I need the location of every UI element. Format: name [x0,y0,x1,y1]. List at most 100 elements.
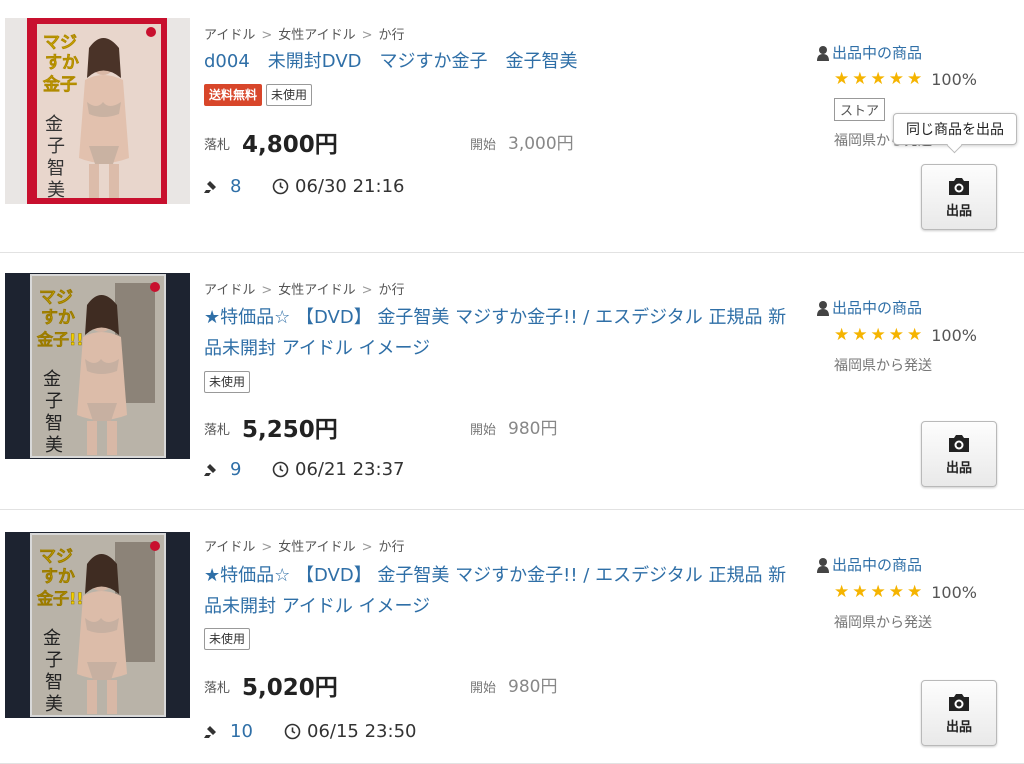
breadcrumb-separator: > [361,28,373,43]
camera-icon [949,177,969,195]
bid-count-value[interactable]: 9 [230,459,241,480]
end-time: 06/15 23:50 [284,721,416,742]
winning-price: 5,020円 [242,675,338,701]
svg-text:智: 智 [45,672,63,693]
breadcrumb-separator: > [261,28,273,43]
breadcrumb-item[interactable]: か行 [379,540,405,555]
breadcrumb-separator: > [361,283,373,298]
bid-count: 9 [204,459,241,480]
svg-text:美: 美 [45,435,63,456]
end-time-value: 06/30 21:16 [295,176,405,197]
breadcrumb: アイドル > 女性アイドル > か行 [204,279,405,298]
svg-text:金子: 金子 [42,74,77,95]
svg-text:すか: すか [45,53,79,73]
svg-text:智: 智 [45,413,63,434]
user-icon [817,300,829,316]
user-icon [817,45,829,61]
breadcrumb-separator: > [261,540,273,555]
seller-items-link[interactable]: 出品中の商品 [816,554,922,575]
rating-percent: 100% [931,325,977,345]
svg-text:金: 金 [45,114,63,135]
breadcrumb-item[interactable]: アイドル [204,283,255,298]
user-icon [817,557,829,573]
breadcrumb-item[interactable]: 女性アイドル [278,283,355,298]
list-item-button-label: 出品 [945,460,972,476]
badge-group: 未使用 [204,371,251,393]
svg-text:すか: すか [41,308,75,328]
seller-rating: ★★★★★ 100% [834,325,977,345]
bid-count-value[interactable]: 8 [230,176,241,197]
breadcrumb-separator: > [361,540,373,555]
svg-text:子: 子 [45,391,63,412]
breadcrumb-item[interactable]: 女性アイドル [278,540,355,555]
listing-row: マジ すか 金子!! 金 子 智 美 アイドル > 女性アイドル > か行 ★特価品☆ … [0,253,1024,510]
breadcrumb-item[interactable]: アイドル [204,28,255,43]
breadcrumb-item[interactable]: か行 [379,28,405,43]
seller-items-label: 出品中の商品 [832,556,923,574]
product-thumbnail[interactable]: マジ すか 金子 金 子 智 美 [5,18,190,204]
svg-text:金: 金 [43,628,61,649]
ship-from: 福岡県から発送 [834,358,932,374]
condition-badge: 未使用 [266,84,313,106]
badge-group: 未使用 [204,628,251,650]
seller-rating: ★★★★★ 100% [834,69,977,89]
list-same-item-tooltip: 同じ商品を出品 [893,113,1017,154]
listing-title-link[interactable]: ★特価品☆ 【DVD】 金子智美 マジすか金子!! / エスデジタル 正規品 新… [204,302,794,364]
camera-icon [949,434,969,452]
seller-items-link[interactable]: 出品中の商品 [816,297,922,318]
svg-text:美: 美 [45,694,63,715]
svg-text:子: 子 [45,650,63,671]
rating-percent: 100% [931,69,977,89]
badge-group: 送料無料 未使用 [204,84,313,106]
camera-icon [949,693,969,711]
start-price: 980円 [508,419,558,439]
breadcrumb-item[interactable]: アイドル [204,540,255,555]
list-item-button[interactable]: 出品 [921,680,997,746]
bid-count: 10 [204,721,253,742]
list-item-button[interactable]: 出品 [921,164,997,230]
clock-icon [272,178,289,195]
product-thumbnail[interactable]: マジ すか 金子!! 金 子 智 美 [5,532,190,718]
breadcrumb-item[interactable]: か行 [379,283,405,298]
start-price-label: 開始 [470,681,497,696]
start-price: 3,000円 [508,134,574,154]
start-price: 980円 [508,677,558,697]
store-badge: ストア [834,98,886,121]
list-item-button-label: 出品 [945,719,972,735]
list-item-button-label: 出品 [945,203,972,219]
seller-items-link[interactable]: 出品中の商品 [816,42,922,63]
svg-text:すか: すか [41,567,75,587]
listing-row: マジ すか 金子!! 金 子 智 美 アイドル > 女性アイドル > か行 ★特価品☆ … [0,510,1024,764]
breadcrumb-item[interactable]: 女性アイドル [278,28,355,43]
price-label: 落札 [204,423,231,438]
svg-text:金子!!: 金子!! [36,589,84,608]
listing-title-link[interactable]: d004 未開封DVD マジすか金子 金子智美 [204,46,794,77]
product-thumbnail[interactable]: マジ すか 金子!! 金 子 智 美 [5,273,190,459]
listing-title-link[interactable]: ★特価品☆ 【DVD】 金子智美 マジすか金子!! / エスデジタル 正規品 新… [204,560,794,622]
svg-text:金: 金 [43,369,61,390]
condition-badge: 未使用 [204,628,251,650]
gavel-icon [204,463,216,476]
clock-icon [272,461,289,478]
breadcrumb: アイドル > 女性アイドル > か行 [204,24,405,43]
gavel-icon [204,180,216,193]
free-shipping-badge: 送料無料 [204,84,263,106]
end-time-value: 06/15 23:50 [307,721,417,742]
list-item-button[interactable]: 出品 [921,421,997,487]
price-label: 落札 [204,681,231,696]
winning-price: 5,250円 [242,417,338,443]
winning-price: 4,800円 [242,132,338,158]
end-time: 06/21 23:37 [272,459,404,480]
end-time: 06/30 21:16 [272,176,404,197]
breadcrumb: アイドル > 女性アイドル > か行 [204,536,405,555]
bid-count: 8 [204,176,241,197]
star-rating-icon: ★★★★★ [834,582,926,602]
start-price-label: 開始 [470,138,497,153]
svg-text:マジ: マジ [39,547,73,567]
svg-text:マジ: マジ [39,288,73,308]
price-label: 落札 [204,138,231,153]
bid-count-value[interactable]: 10 [230,721,253,742]
ship-from: 福岡県から発送 [834,615,932,631]
condition-badge: 未使用 [204,371,251,393]
svg-text:マジ: マジ [43,33,77,53]
